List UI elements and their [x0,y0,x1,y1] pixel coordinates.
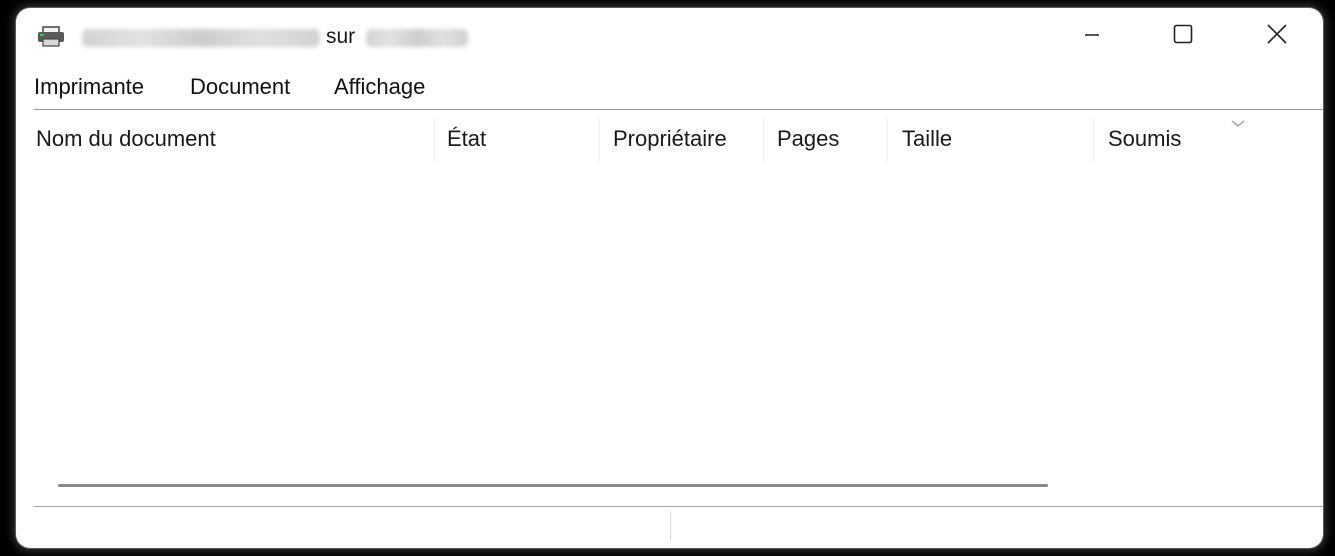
minimize-icon [1082,24,1102,49]
column-proprietaire[interactable]: Propriétaire [613,126,727,152]
horizontal-scrollbar[interactable] [58,484,1048,487]
column-header: Nom du document État Propriétaire Pages … [34,114,1323,162]
status-bar [34,507,1323,548]
column-divider[interactable] [763,118,764,162]
column-divider[interactable] [599,118,600,162]
menu-imprimante[interactable]: Imprimante [34,74,144,100]
column-pages[interactable]: Pages [777,126,839,152]
title-connector: sur [326,25,356,48]
minimize-button[interactable] [1069,18,1115,54]
close-icon [1266,23,1288,50]
document-list[interactable] [34,164,1323,482]
column-etat[interactable]: État [447,126,486,152]
maximize-button[interactable] [1160,18,1206,54]
menu-affichage[interactable]: Affichage [334,74,425,100]
column-divider[interactable] [1093,118,1094,162]
column-divider[interactable] [887,118,888,162]
maximize-icon [1172,23,1194,50]
printer-icon [36,26,66,53]
column-divider[interactable] [434,118,435,162]
printer-name-redacted [82,29,320,47]
title-bar[interactable]: sur [16,8,1323,62]
print-queue-window: sur Imprimante Document Affichage Nom du… [16,8,1323,548]
status-pane-divider [670,511,671,541]
column-soumis[interactable]: Soumis [1108,126,1181,152]
server-name-redacted [366,29,468,47]
column-nom-du-document[interactable]: Nom du document [36,126,216,152]
close-button[interactable] [1254,18,1300,54]
menu-divider [34,109,1323,110]
chevron-down-icon [1230,116,1246,134]
menu-document[interactable]: Document [190,74,290,100]
column-taille[interactable]: Taille [902,126,952,152]
menu-bar: Imprimante Document Affichage [16,72,1323,106]
